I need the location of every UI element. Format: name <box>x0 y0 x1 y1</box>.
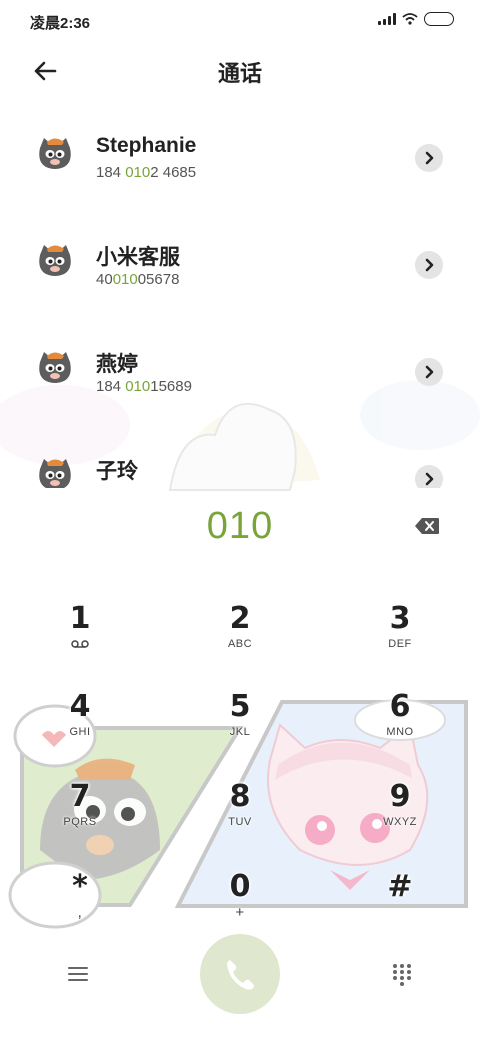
key-digit: # <box>387 869 413 904</box>
key-letters: JKL <box>229 726 251 738</box>
key-digit: 4 <box>69 689 91 724</box>
key-5[interactable]: 5 JKL <box>180 690 300 770</box>
call-button[interactable] <box>200 934 280 1014</box>
status-time: 凌晨2:36 <box>30 15 91 32</box>
key-4[interactable]: 4 GHI <box>20 690 140 770</box>
signal-icon <box>378 13 396 25</box>
key-digit: 0 <box>229 869 251 904</box>
key-digit: 9 <box>389 779 411 814</box>
contact-name: 燕婷 <box>96 353 138 376</box>
contact-number: 184 0102 4685 <box>96 164 197 181</box>
key-letters: WXYZ <box>383 816 417 828</box>
key-2[interactable]: 2 ABC <box>180 602 300 682</box>
menu-icon[interactable] <box>66 962 90 986</box>
contact-name: Stephanie <box>96 134 197 157</box>
key-digit: 5 <box>229 689 251 724</box>
key-digit: 3 <box>389 601 411 636</box>
contact-list: Stephanie 184 0102 4685 小米客服 4001005678 <box>0 104 480 488</box>
contact-name: 小米客服 <box>96 246 180 269</box>
key-digit: 7 <box>69 779 91 814</box>
key-digit: 2 <box>229 601 251 636</box>
voicemail-icon <box>71 640 89 648</box>
key-digit: 8 <box>229 779 251 814</box>
key-letters: PQRS <box>63 816 97 828</box>
wifi-icon <box>402 13 418 25</box>
bottom-bar <box>0 930 480 1020</box>
contact-name: 子玲 <box>96 460 138 483</box>
key-7[interactable]: 7 PQRS <box>20 780 140 860</box>
key-digit: 6 <box>389 689 411 724</box>
backspace-icon[interactable] <box>414 516 440 536</box>
cat-avatar-icon <box>39 245 71 276</box>
battery-icon <box>424 12 454 26</box>
key-1[interactable]: 1 <box>20 602 140 682</box>
chevron-right-icon[interactable] <box>415 465 443 488</box>
key-6[interactable]: 6 MNO <box>340 690 460 770</box>
key-letters: , <box>77 904 83 921</box>
dialpad-icon[interactable] <box>390 962 414 986</box>
dialed-number: 010 <box>206 505 274 547</box>
contact-item[interactable]: 小米客服 4001005678 <box>0 211 480 301</box>
cat-avatar-icon <box>39 459 71 488</box>
chevron-right-icon[interactable] <box>415 251 443 279</box>
key-letters: ABC <box>227 638 253 650</box>
status-bar: 凌晨2:36 <box>0 0 480 40</box>
key-3[interactable]: 3 DEF <box>340 602 460 682</box>
contact-item[interactable]: Stephanie 184 0102 4685 <box>0 104 480 194</box>
contact-number: 184 01015689 <box>96 378 192 395</box>
key-letters: DEF <box>388 638 412 650</box>
cat-avatar-icon <box>39 352 71 383</box>
key-8[interactable]: 8 TUV <box>180 780 300 860</box>
key-letters: GHI <box>69 726 91 738</box>
phone-icon <box>227 960 254 990</box>
contact-item[interactable]: 子玲 <box>0 425 480 488</box>
key-letters: TUV <box>228 816 252 828</box>
contact-item[interactable]: 燕婷 184 01015689 <box>0 318 480 408</box>
key-letters: + <box>235 904 245 921</box>
header: 通话 <box>0 48 480 92</box>
chevron-right-icon[interactable] <box>415 144 443 172</box>
chevron-right-icon[interactable] <box>415 358 443 386</box>
cat-avatar-icon <box>39 138 71 169</box>
key-digit: * <box>72 869 88 904</box>
key-9[interactable]: 9 WXYZ <box>340 780 460 860</box>
page-title: 通话 <box>217 61 262 86</box>
contact-number: 4001005678 <box>96 271 180 288</box>
status-icons <box>378 12 454 26</box>
key-letters: MNO <box>386 726 414 738</box>
key-digit: 1 <box>69 601 91 636</box>
